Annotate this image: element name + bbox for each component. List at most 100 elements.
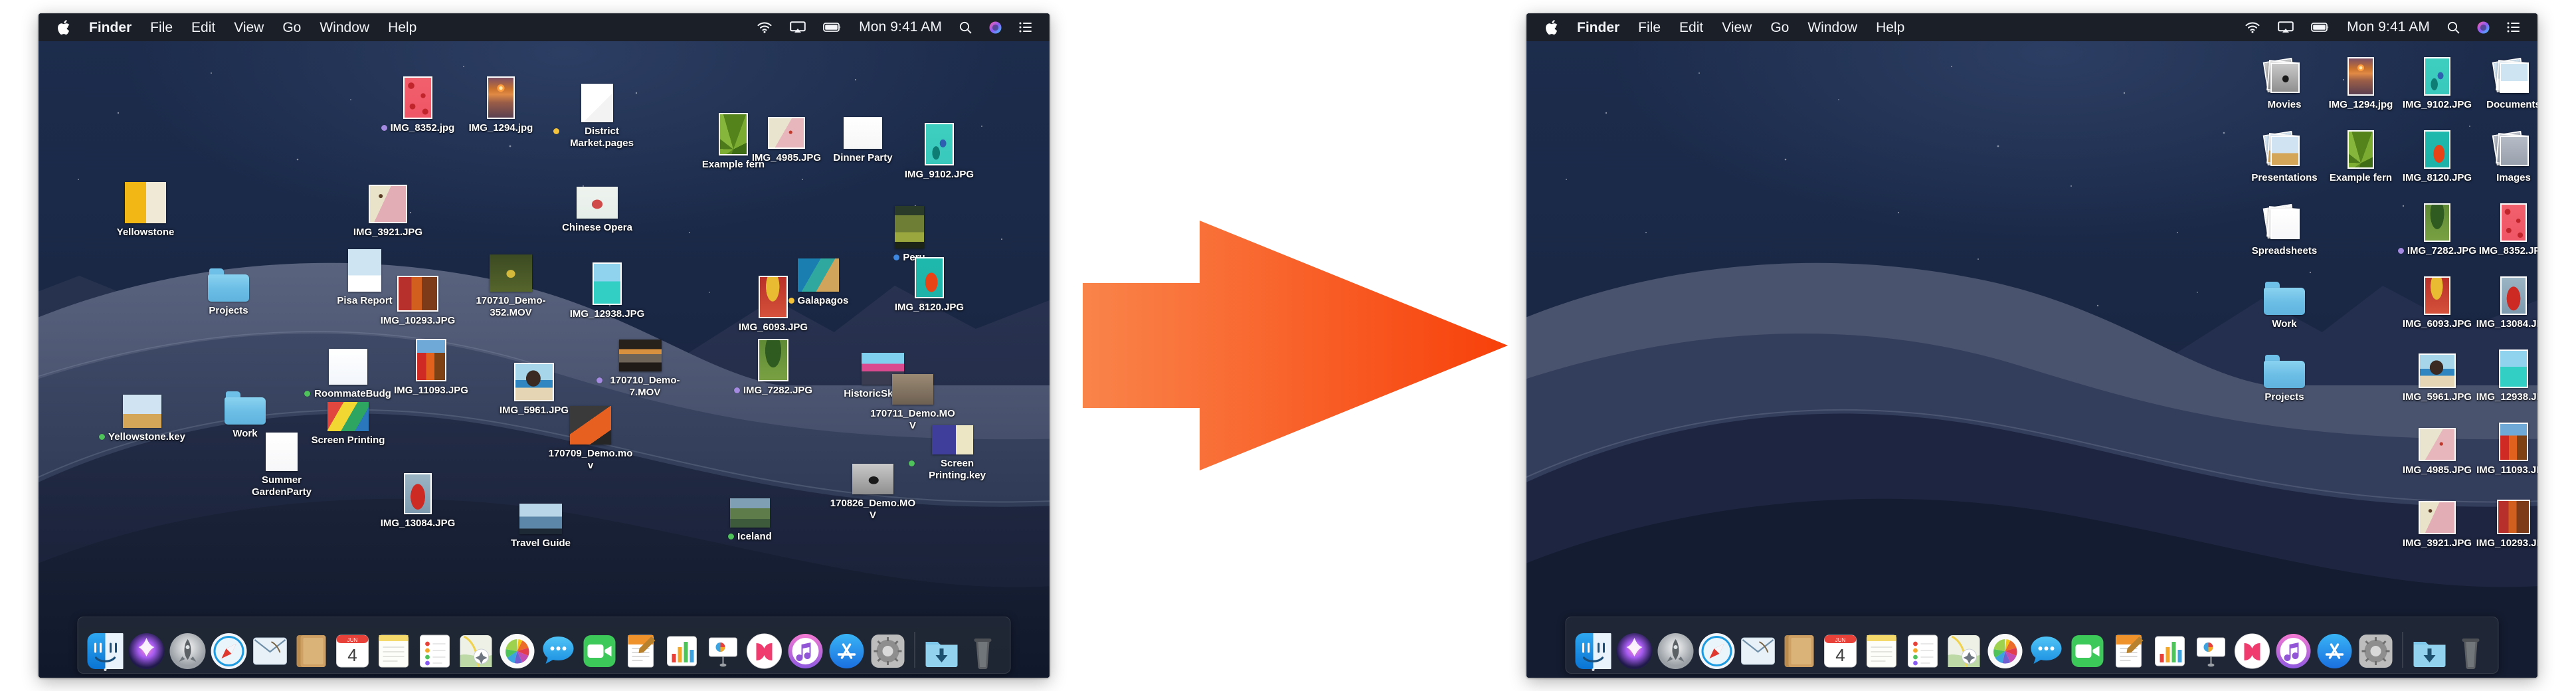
dock-item-downloads[interactable] [2410, 629, 2450, 670]
desktop-icon[interactable]: IMG_8120.JPG [2393, 126, 2481, 184]
menu-item-window[interactable]: Window [1807, 21, 1857, 35]
desktop-icon[interactable]: Screen Printing.key [909, 412, 996, 481]
menu-item-window[interactable]: Window [320, 21, 369, 35]
menu-bar[interactable]: Finder File Edit View Go Window Help Mon… [39, 13, 1050, 41]
desktop-icon[interactable]: Projects [185, 259, 272, 317]
dock-item-pages[interactable] [2109, 629, 2149, 670]
dock-item-app-store[interactable] [2315, 629, 2355, 670]
desktop-icon[interactable]: IMG_3921.JPG [2393, 492, 2481, 549]
desktop-icon[interactable]: Spreadsheets [2241, 199, 2328, 257]
battery-icon[interactable] [823, 23, 842, 32]
desktop-icon[interactable]: Projects [2241, 346, 2328, 403]
control-center-list-icon[interactable] [2507, 22, 2520, 33]
dock-item-maps[interactable] [456, 629, 496, 670]
dock-item-pages[interactable] [621, 629, 661, 670]
dock-item-downloads[interactable] [922, 629, 962, 670]
dock-item-calendar[interactable]: JUN 4 [1821, 629, 1861, 670]
desktop-icon[interactable]: Chinese Opera [553, 176, 641, 234]
desktop-icon[interactable]: Yellowstone [102, 181, 189, 239]
desktop-icon[interactable]: IMG_12938.JPG [2470, 346, 2537, 403]
siri-icon[interactable] [2477, 21, 2490, 34]
desktop-icon[interactable]: Summer GardenParty [238, 429, 325, 498]
dock-item-news[interactable] [2233, 629, 2272, 670]
dock-item-facetime[interactable] [580, 629, 620, 670]
search-icon[interactable] [959, 21, 972, 34]
desktop-icon[interactable]: IMG_8352.JPG [2470, 199, 2537, 257]
dock-item-keynote[interactable] [2191, 629, 2231, 670]
desktop-icon[interactable]: Dinner Party [819, 106, 907, 164]
dock-item-photos[interactable] [1985, 629, 2025, 670]
menu-item-finder[interactable]: Finder [1577, 21, 1619, 35]
airplay-icon[interactable] [790, 21, 806, 33]
dock-item-numbers[interactable] [662, 629, 702, 670]
desktop-icon[interactable]: Documents [2470, 53, 2537, 111]
dock-item-keynote[interactable] [703, 629, 743, 670]
dock-after[interactable]: JUN 4 [1565, 617, 2499, 674]
dock-item-mail[interactable] [250, 629, 290, 670]
desktop-icon[interactable]: IMG_8120.JPG [885, 256, 973, 314]
dock-item-messages[interactable] [539, 629, 579, 670]
airplay-icon[interactable] [2278, 21, 2294, 33]
desktop-icon[interactable]: IMG_9102.JPG [895, 123, 983, 181]
desktop-icon[interactable]: Peru [866, 206, 953, 264]
dock-item-mail[interactable] [1738, 629, 1778, 670]
desktop-icon[interactable]: Travel Guide [497, 492, 585, 549]
dock-item-contacts[interactable] [1780, 629, 1819, 670]
menu-bar-clock[interactable]: Mon 9:41 AM [859, 19, 942, 35]
menu-item-finder[interactable]: Finder [89, 21, 132, 35]
desktop-icon[interactable]: IMG_13084.JPG [374, 472, 462, 530]
apple-logo-icon[interactable] [1545, 19, 1558, 35]
desktop-icon[interactable]: IMG_6093.JPG [729, 276, 817, 334]
desktop-icon[interactable]: IMG_8352.jpg [374, 76, 462, 134]
apple-logo-icon[interactable] [57, 19, 70, 35]
dock-item-calendar[interactable]: JUN 4 [333, 629, 373, 670]
dock-item-launchpad[interactable] [1656, 629, 1696, 670]
menu-item-edit[interactable]: Edit [191, 21, 215, 35]
menu-item-file[interactable]: File [1638, 21, 1661, 35]
desktop-icon[interactable]: Iceland [706, 485, 794, 543]
dock-item-photos[interactable] [498, 629, 537, 670]
desktop-icon[interactable]: IMG_5961.JPG [2393, 346, 2481, 403]
desktop-icon[interactable]: District Market.pages [553, 80, 641, 149]
desktop-icon[interactable]: 170710_Demo-7.MOV [597, 329, 684, 398]
desktop-icon[interactable]: IMG_9102.JPG [2393, 53, 2481, 111]
dock-item-safari[interactable] [1697, 629, 1737, 670]
desktop-icon[interactable]: IMG_7282.JPG [2393, 199, 2481, 257]
menu-item-help[interactable]: Help [1876, 21, 1904, 35]
dock-item-notes[interactable] [374, 629, 414, 670]
menu-bar-clock[interactable]: Mon 9:41 AM [2347, 19, 2430, 35]
search-icon[interactable] [2447, 21, 2460, 34]
siri-icon[interactable] [989, 21, 1002, 34]
dock-item-siri[interactable] [1615, 629, 1655, 670]
desktop-icon[interactable]: Example fern [2317, 126, 2405, 184]
dock-item-contacts[interactable] [292, 629, 331, 670]
wifi-icon[interactable] [2245, 21, 2260, 33]
desktop-icon[interactable]: 170710_Demo-352.MOV [467, 249, 555, 318]
dock-item-app-store[interactable] [827, 629, 867, 670]
desktop-icon[interactable]: IMG_11093.JPG [387, 339, 475, 397]
menu-item-help[interactable]: Help [388, 21, 416, 35]
desktop-icon[interactable]: IMG_3921.JPG [344, 181, 432, 239]
desktop-icon[interactable]: IMG_7282.JPG [729, 339, 817, 397]
desktop-icon[interactable]: 170826_Demo.MOV [829, 452, 917, 521]
desktop-icon[interactable]: IMG_10293.JPG [374, 269, 462, 327]
desktop-icon[interactable]: IMG_1294.jpg [457, 76, 545, 134]
desktop-icon[interactable]: 170709_Demo.mov [547, 402, 634, 471]
desktop-icon[interactable]: IMG_4985.JPG [2393, 419, 2481, 476]
dock-item-launchpad[interactable] [168, 629, 208, 670]
desktop-icon[interactable]: IMG_6093.JPG [2393, 272, 2481, 330]
dock-item-system-preferences[interactable] [2356, 629, 2396, 670]
dock-item-system-preferences[interactable] [868, 629, 908, 670]
dock-item-facetime[interactable] [2068, 629, 2108, 670]
dock-item-trash[interactable] [963, 629, 1003, 670]
dock-item-itunes[interactable] [2274, 629, 2314, 670]
menu-item-view[interactable]: View [234, 21, 264, 35]
dock-item-itunes[interactable] [786, 629, 826, 670]
dock-item-reminders[interactable] [1903, 629, 1943, 670]
dock-item-news[interactable] [745, 629, 784, 670]
menu-item-edit[interactable]: Edit [1679, 21, 1703, 35]
dock-item-finder[interactable] [86, 629, 126, 671]
dock-item-numbers[interactable] [2150, 629, 2190, 670]
menu-bar-after[interactable]: Finder File Edit View Go Window Help Mon… [1526, 13, 2537, 41]
dock-item-maps[interactable] [1944, 629, 1984, 670]
